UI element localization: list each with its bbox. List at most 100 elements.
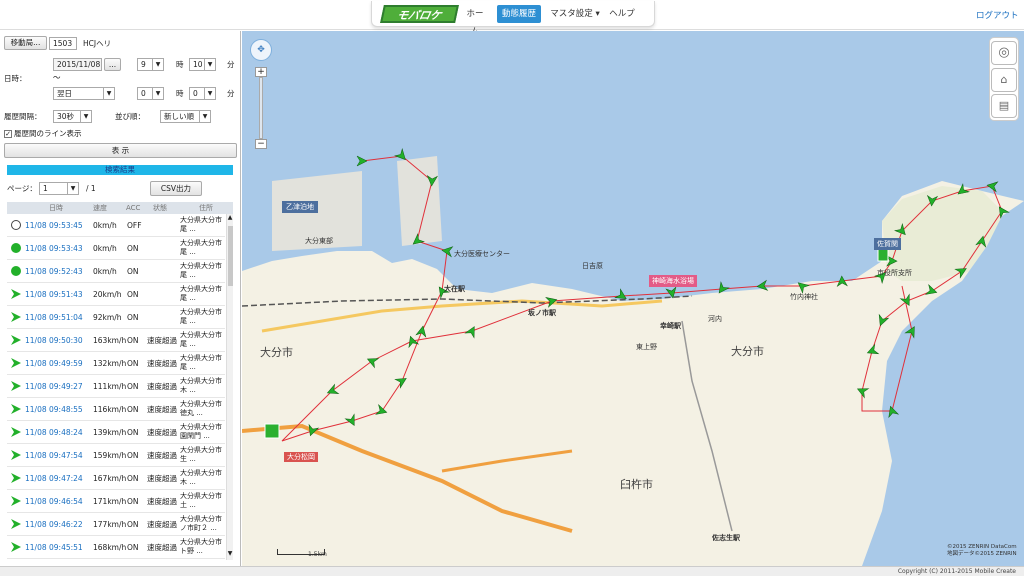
- table-row[interactable]: 11/08 09:47:54 159km/h ON 速度超過 大分県大分市 生 ...: [7, 444, 225, 467]
- nav-history[interactable]: 動態履歴: [497, 5, 541, 23]
- cell-acc: ON: [127, 451, 139, 460]
- route-marker-icon[interactable]: [394, 374, 409, 389]
- show-button[interactable]: 表 示: [4, 143, 237, 158]
- route-marker-icon[interactable]: [899, 293, 913, 307]
- route-marker-icon[interactable]: [924, 283, 938, 297]
- table-row[interactable]: 11/08 09:49:27 111km/h ON 速度超過 大分県大分市 木 ...: [7, 375, 225, 398]
- pan-control-icon[interactable]: ✥: [250, 39, 272, 61]
- map-label-oita-city: 大分市: [260, 346, 293, 359]
- scroll-up-icon[interactable]: ▲: [227, 214, 233, 224]
- cell-time[interactable]: 11/08 09:51:43: [25, 283, 83, 306]
- minute-from-select[interactable]: 10 ▼: [189, 58, 216, 71]
- interval-select[interactable]: 30秒 ▼: [53, 110, 92, 123]
- table-row[interactable]: 11/08 09:47:24 167km/h ON 速度超過 大分県大分市 木 ...: [7, 467, 225, 490]
- column-header[interactable]: ACC: [126, 202, 140, 214]
- table-row[interactable]: 11/08 09:50:30 163km/h ON 速度超過 大分県大分市 尾 ...: [7, 329, 225, 352]
- route-marker-icon[interactable]: [365, 354, 380, 369]
- page-total: / 1: [86, 184, 96, 193]
- cell-time[interactable]: 11/08 09:53:45: [25, 214, 83, 237]
- cell-state: 速度超過: [147, 382, 177, 391]
- cell-time[interactable]: 11/08 09:51:04: [25, 306, 83, 329]
- home-icon[interactable]: ⌂: [991, 68, 1017, 92]
- hour-to-select[interactable]: 0 ▼: [137, 87, 164, 100]
- cell-address: 大分県大分市 尾 ...: [180, 308, 222, 325]
- clock-icon: [11, 220, 21, 230]
- table-row[interactable]: 11/08 09:45:51 168km/h ON 速度超過 大分県大分市 ト野 ...: [7, 536, 225, 559]
- table-row[interactable]: 11/08 09:49:59 132km/h ON 速度超過 大分県大分市 尾 ...: [7, 352, 225, 375]
- table-row[interactable]: 11/08 09:48:55 116km/h ON 速度超過 大分県大分市 徳丸 ...: [7, 398, 225, 421]
- column-header[interactable]: 日時: [49, 202, 63, 214]
- cell-time[interactable]: 11/08 09:47:54: [25, 444, 83, 467]
- unit-id-field[interactable]: 1503: [49, 37, 77, 50]
- table-row[interactable]: 11/08 09:53:45 0km/h OFF 大分県大分市 尾 ...: [7, 214, 225, 237]
- cell-time[interactable]: 11/08 09:49:59: [25, 352, 83, 375]
- hour-from-select[interactable]: 9 ▼: [137, 58, 164, 71]
- cell-time[interactable]: 11/08 09:48:24: [25, 421, 83, 444]
- cell-speed: 168km/h: [93, 543, 127, 552]
- zoom-slider[interactable]: [259, 77, 263, 139]
- table-row[interactable]: 11/08 09:46:22 177km/h ON 速度超過 大分県大分市 ノ市町２ .…: [7, 513, 225, 536]
- cell-address: 大分県大分市 尾 ...: [180, 262, 222, 279]
- cell-time[interactable]: 11/08 09:45:51: [25, 536, 83, 559]
- unit-select-button[interactable]: 移動局...: [4, 36, 47, 50]
- route-marker-icon[interactable]: [876, 313, 890, 328]
- page-select[interactable]: 1 ▼: [39, 182, 79, 195]
- column-header[interactable]: 状態: [153, 202, 167, 214]
- cell-address: 大分県大分市 生 ...: [180, 446, 222, 463]
- cell-time[interactable]: 11/08 09:46:54: [25, 490, 83, 513]
- nav-home[interactable]: ホーム: [463, 5, 487, 37]
- nav-help[interactable]: ヘルプ: [607, 5, 637, 23]
- table-row[interactable]: 11/08 09:48:24 139km/h ON 速度超過 大分県大分市 園閑門 ..…: [7, 421, 225, 444]
- map-label-hiyoshi: 日吉原: [582, 262, 603, 270]
- column-header[interactable]: 速度: [93, 202, 107, 214]
- date-picker-button[interactable]: ...: [104, 58, 121, 71]
- cell-time[interactable]: 11/08 09:46:22: [25, 513, 83, 536]
- table-row[interactable]: 11/08 09:46:54 171km/h ON 速度超過 大分県大分市 土 ...: [7, 490, 225, 513]
- route-marker-icon[interactable]: [865, 343, 880, 357]
- date-to-select[interactable]: 翌日 ▼: [53, 87, 115, 100]
- cell-address: 大分県大分市 尾 ...: [180, 331, 222, 348]
- table-row[interactable]: 11/08 09:51:04 92km/h ON 大分県大分市 尾 ...: [7, 306, 225, 329]
- cell-time[interactable]: 11/08 09:47:24: [25, 467, 83, 490]
- hour-from-value: 9: [141, 60, 146, 69]
- cell-time[interactable]: 11/08 09:50:30: [25, 329, 83, 352]
- minute-to-value: 0: [193, 89, 198, 98]
- route-marker-icon[interactable]: [415, 325, 428, 338]
- arrow-icon: [11, 335, 21, 345]
- nav-master-settings[interactable]: マスタ設定 ▾: [547, 5, 603, 23]
- map-label-shrine: 竹内神社: [790, 293, 818, 301]
- cell-time[interactable]: 11/08 09:52:43: [25, 260, 83, 283]
- map-label-aquarium: 神崎海水浴場: [649, 275, 697, 287]
- table-row[interactable]: 11/08 09:53:43 0km/h ON 大分県大分市 尾 ...: [7, 237, 225, 260]
- zoom-out-button[interactable]: −: [255, 139, 267, 149]
- minute-to-select[interactable]: 0 ▼: [189, 87, 216, 100]
- cell-time[interactable]: 11/08 09:48:55: [25, 398, 83, 421]
- chevron-down-icon: ▼: [152, 59, 163, 70]
- zoom-in-button[interactable]: +: [255, 67, 267, 77]
- app-logo[interactable]: モバロケ: [380, 5, 459, 23]
- cell-acc: OFF: [127, 221, 142, 230]
- route-marker-icon[interactable]: [344, 413, 358, 427]
- location-icon[interactable]: ◎: [991, 41, 1017, 65]
- table-scrollbar[interactable]: ▲ ▼: [226, 214, 233, 560]
- logout-link[interactable]: ログアウト: [976, 9, 1019, 21]
- chevron-down-icon: ▼: [80, 111, 91, 122]
- scroll-down-icon[interactable]: ▼: [227, 550, 233, 560]
- date-from-field[interactable]: 2015/11/08: [53, 58, 102, 71]
- route-marker-icon[interactable]: [375, 404, 388, 417]
- csv-export-button[interactable]: CSV出力: [150, 181, 202, 196]
- order-select[interactable]: 新しい順 ▼: [160, 110, 211, 123]
- route-marker-icon[interactable]: [464, 324, 479, 339]
- scrollbar-thumb[interactable]: [228, 226, 233, 286]
- line-display-checkbox[interactable]: ✓: [4, 130, 12, 138]
- cell-time[interactable]: 11/08 09:49:27: [25, 375, 83, 398]
- end-flag-icon[interactable]: [264, 423, 280, 439]
- table-row[interactable]: 11/08 09:52:43 0km/h ON 大分県大分市 尾 ...: [7, 260, 225, 283]
- print-icon[interactable]: ▤: [991, 94, 1017, 118]
- column-header[interactable]: 住所: [199, 202, 213, 214]
- caret-down-icon: ▾: [595, 9, 600, 19]
- minute-from-value: 10: [193, 60, 203, 69]
- table-row[interactable]: 11/08 09:51:43 20km/h ON 大分県大分市 尾 ...: [7, 283, 225, 306]
- map-view[interactable]: 乙津泊地 大分市 大分市 臼杵市 大在駅 坂ノ市駅 幸崎駅 佐賀関 市役所支所 …: [242, 31, 1024, 566]
- cell-time[interactable]: 11/08 09:53:43: [25, 237, 83, 260]
